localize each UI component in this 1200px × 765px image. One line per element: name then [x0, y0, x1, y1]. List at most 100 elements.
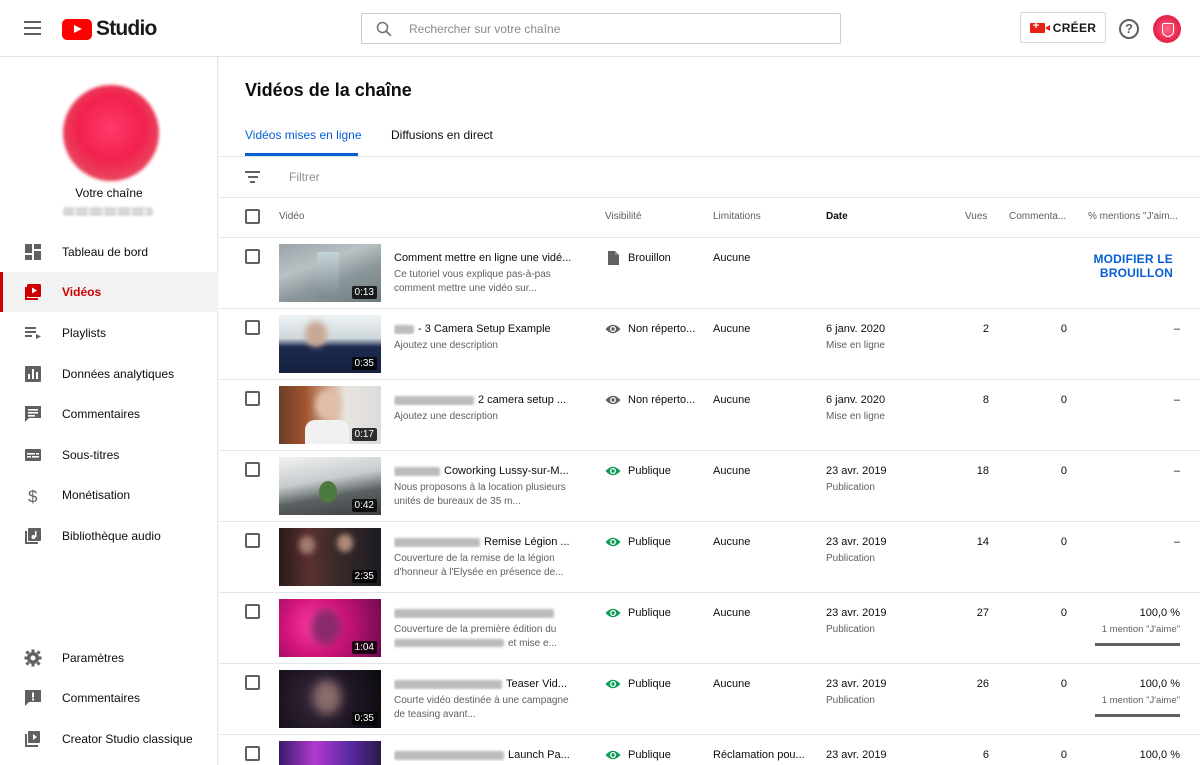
table-row[interactable]: 0:42 Coworking Lussy-sur-M... Nous propo… — [219, 450, 1200, 521]
column-header-visibility[interactable]: Visibilité — [605, 211, 642, 222]
column-header-comments[interactable]: Commenta... — [1009, 211, 1066, 222]
date-status: Mise en ligne — [826, 411, 885, 422]
menu-icon[interactable] — [24, 21, 41, 35]
visibility-status[interactable]: Publique — [605, 464, 671, 478]
sidebar-item-analytics[interactable]: Données analytiques — [0, 354, 218, 394]
visibility-status[interactable]: Non réperto... — [605, 322, 695, 336]
video-title[interactable]: Comment mettre en ligne une vidé... — [394, 252, 574, 264]
table-row[interactable]: 0:35 Teaser Vid... Courte vidéo destinée… — [219, 663, 1200, 734]
video-thumbnail[interactable] — [279, 741, 381, 765]
video-duration: 0:13 — [351, 286, 377, 299]
column-header-date[interactable]: Date — [826, 211, 848, 222]
sidebar-item-monetization[interactable]: $ Monétisation — [0, 475, 218, 515]
video-description-line: et mise e... — [508, 638, 557, 649]
sidebar-item-label: Sous-titres — [62, 448, 120, 462]
playlist-icon — [25, 327, 41, 339]
blurred-text — [394, 324, 414, 334]
row-checkbox[interactable] — [245, 462, 260, 477]
search-input[interactable] — [409, 19, 809, 39]
table-row[interactable]: 1:04 Couverture de la première édition d… — [219, 592, 1200, 663]
channel-name-blurred — [63, 207, 153, 216]
account-avatar[interactable] — [1153, 15, 1181, 43]
table-row[interactable]: Launch Pa... Publique Réclamation pou...… — [219, 734, 1200, 765]
views-count: 6 — [982, 749, 989, 761]
search-icon[interactable] — [376, 21, 392, 37]
tab-live[interactable]: Diffusions en direct — [391, 128, 493, 142]
tab-uploads[interactable]: Vidéos mises en ligne — [245, 128, 362, 142]
column-header-video[interactable]: Vidéo — [279, 211, 304, 222]
sidebar-item-playlists[interactable]: Playlists — [0, 313, 218, 353]
video-duration: 1:04 — [351, 641, 377, 654]
column-header-limitations[interactable]: Limitations — [713, 211, 761, 222]
video-thumbnail[interactable]: 0:42 — [279, 457, 381, 515]
main-content: Vidéos de la chaîne Vidéos mises en lign… — [219, 57, 1200, 765]
visibility-status[interactable]: Non réperto... — [605, 393, 695, 407]
row-checkbox[interactable] — [245, 320, 260, 335]
visibility-status[interactable]: Publique — [605, 677, 671, 691]
row-checkbox[interactable] — [245, 746, 260, 761]
date-status: Publication — [826, 624, 875, 635]
sidebar-item-dashboard[interactable]: Tableau de bord — [0, 232, 218, 272]
limitations-value: Aucune — [713, 465, 751, 477]
row-checkbox[interactable] — [245, 533, 260, 548]
limitations-value: Aucune — [713, 536, 751, 548]
sidebar-item-label: Bibliothèque audio — [62, 529, 161, 543]
channel-avatar[interactable] — [63, 85, 159, 181]
video-thumbnail[interactable]: 0:35 — [279, 315, 381, 373]
visibility-status[interactable]: Brouillon — [605, 251, 671, 265]
video-title[interactable]: Remise Légion ... — [394, 536, 574, 548]
video-title[interactable] — [394, 607, 574, 619]
visibility-label: Publique — [628, 749, 671, 761]
sidebar-item-label: Monétisation — [62, 488, 131, 502]
visibility-status[interactable]: Publique — [605, 606, 671, 620]
sidebar-item-subtitles[interactable]: Sous-titres — [0, 435, 218, 475]
videos-icon — [25, 284, 41, 300]
row-checkbox[interactable] — [245, 391, 260, 406]
video-title[interactable]: - 3 Camera Setup Example — [394, 323, 574, 335]
video-description: Couverture de la remise de la légion d'h… — [394, 553, 564, 578]
date-value: 6 janv. 2020 — [826, 323, 886, 335]
sidebar-item-comments[interactable]: Commentaires — [0, 394, 218, 434]
sidebar-item-feedback[interactable]: Commentaires — [0, 678, 218, 718]
table-row[interactable]: 0:13 Comment mettre en ligne une vidé...… — [219, 237, 1200, 308]
video-thumbnail[interactable]: 0:13 — [279, 244, 381, 302]
video-title[interactable]: 2 camera setup ... — [394, 394, 574, 406]
video-title[interactable]: Teaser Vid... — [394, 678, 574, 690]
sidebar-item-audio-library[interactable]: Bibliothèque audio — [0, 516, 218, 556]
video-thumbnail[interactable]: 1:04 — [279, 599, 381, 657]
comments-icon — [25, 406, 41, 422]
filter-icon[interactable] — [245, 171, 260, 183]
create-button[interactable]: CRÉER — [1020, 12, 1106, 43]
edit-draft-button[interactable]: MODIFIER LE BROUILLON — [1019, 252, 1173, 280]
sidebar-item-label: Paramètres — [62, 651, 125, 665]
blurred-text — [394, 466, 440, 476]
sidebar-item-settings[interactable]: Paramètres — [0, 638, 218, 678]
column-header-likes[interactable]: % mentions "J'aim... — [1088, 211, 1178, 222]
filter-input[interactable] — [289, 169, 589, 185]
video-thumbnail[interactable]: 0:35 — [279, 670, 381, 728]
select-all-checkbox[interactable] — [245, 209, 260, 224]
sidebar-item-classic-studio[interactable]: Creator Studio classique — [0, 719, 218, 759]
video-thumbnail[interactable]: 2:35 — [279, 528, 381, 586]
sidebar-item-label: Vidéos — [62, 285, 102, 299]
video-thumbnail[interactable]: 0:17 — [279, 386, 381, 444]
likes-percent: 100,0 % — [1139, 749, 1180, 761]
sidebar-item-videos[interactable]: Vidéos — [0, 272, 218, 312]
table-row[interactable]: 0:17 2 camera setup ... Ajoutez une desc… — [219, 379, 1200, 450]
visibility-status[interactable]: Publique — [605, 748, 671, 762]
column-header-views[interactable]: Vues — [965, 211, 987, 222]
video-title[interactable]: Launch Pa... — [394, 749, 574, 761]
youtube-studio-logo[interactable]: Studio — [62, 17, 157, 41]
visibility-status[interactable]: Publique — [605, 535, 671, 549]
video-title-text: - 3 Camera Setup Example — [418, 323, 551, 335]
help-icon[interactable]: ? — [1119, 19, 1139, 39]
comments-count: 0 — [1060, 465, 1067, 477]
date-value: 23 avr. 2019 — [826, 536, 887, 548]
sidebar-item-label: Playlists — [62, 326, 107, 340]
video-title[interactable]: Coworking Lussy-sur-M... — [394, 465, 574, 477]
table-row[interactable]: 2:35 Remise Légion ... Couverture de la … — [219, 521, 1200, 592]
table-row[interactable]: 0:35 - 3 Camera Setup Example Ajoutez un… — [219, 308, 1200, 379]
row-checkbox[interactable] — [245, 604, 260, 619]
row-checkbox[interactable] — [245, 249, 260, 264]
row-checkbox[interactable] — [245, 675, 260, 690]
